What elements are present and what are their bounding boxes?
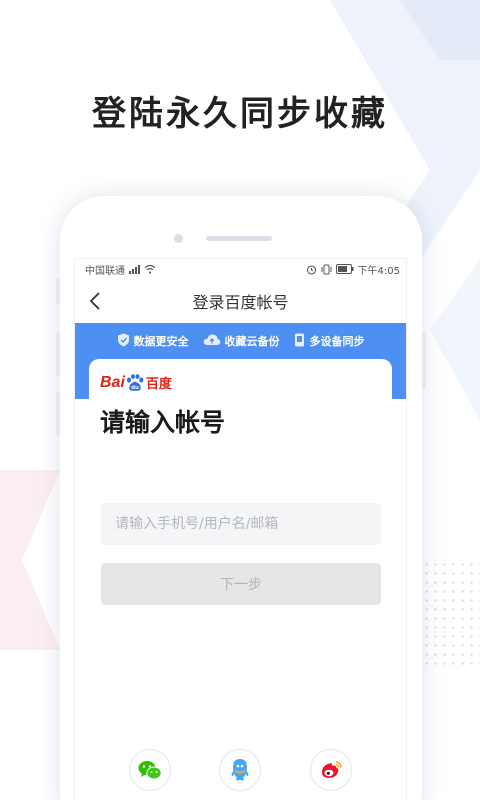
wechat-icon <box>138 760 162 779</box>
headline: 登陆永久同步收藏 <box>92 94 388 134</box>
alarm-icon <box>306 264 316 275</box>
carrier-label: 中国联通 <box>85 265 125 277</box>
wifi-icon <box>144 264 156 274</box>
baidu-logo: Bai du 百度 <box>100 373 172 393</box>
phone-frame: 中国联通 下午4:05 登录百度帐号 数据更安全 收藏云备份 多设备同步 Bai… <box>56 196 426 800</box>
signal-icon <box>129 264 140 274</box>
svg-text:du: du <box>131 385 139 391</box>
camera-dot <box>174 234 183 243</box>
cloud-icon <box>203 334 220 345</box>
qq-login-button[interactable] <box>219 749 261 791</box>
speaker-grille <box>206 236 272 241</box>
back-button[interactable] <box>83 289 107 313</box>
vibrate-icon <box>321 264 332 274</box>
phone-side-button <box>56 278 60 304</box>
nav-bar: 登录百度帐号 <box>75 279 406 323</box>
clock-label: 下午4:05 <box>357 265 400 277</box>
device-icon <box>294 333 304 347</box>
shield-icon <box>117 333 129 347</box>
logo-latin-text: Bai <box>100 373 125 391</box>
battery-icon <box>335 264 354 274</box>
weibo-icon <box>322 761 342 778</box>
phone-side-button <box>422 332 426 390</box>
wechat-login-button[interactable] <box>129 749 171 791</box>
next-step-button[interactable]: 下一步 <box>101 563 381 605</box>
page-title: 请输入帐号 <box>100 408 226 437</box>
logo-chinese-text: 百度 <box>145 377 172 392</box>
dot-grid-decoration <box>422 560 480 670</box>
phone-side-button <box>56 392 60 436</box>
qq-icon <box>231 759 249 781</box>
paw-icon: du <box>126 373 144 391</box>
status-bar: 中国联通 下午4:05 <box>75 259 406 279</box>
phone-screen: 中国联通 下午4:05 登录百度帐号 数据更安全 收藏云备份 多设备同步 Bai… <box>74 258 407 800</box>
login-card: Bai du 百度 请输入帐号 下一步 <box>89 359 392 800</box>
weibo-login-button[interactable] <box>310 749 352 791</box>
phone-side-button <box>56 332 60 376</box>
chevron-left-icon <box>89 292 100 310</box>
account-input[interactable] <box>101 503 381 545</box>
nav-title: 登录百度帐号 <box>192 293 289 312</box>
